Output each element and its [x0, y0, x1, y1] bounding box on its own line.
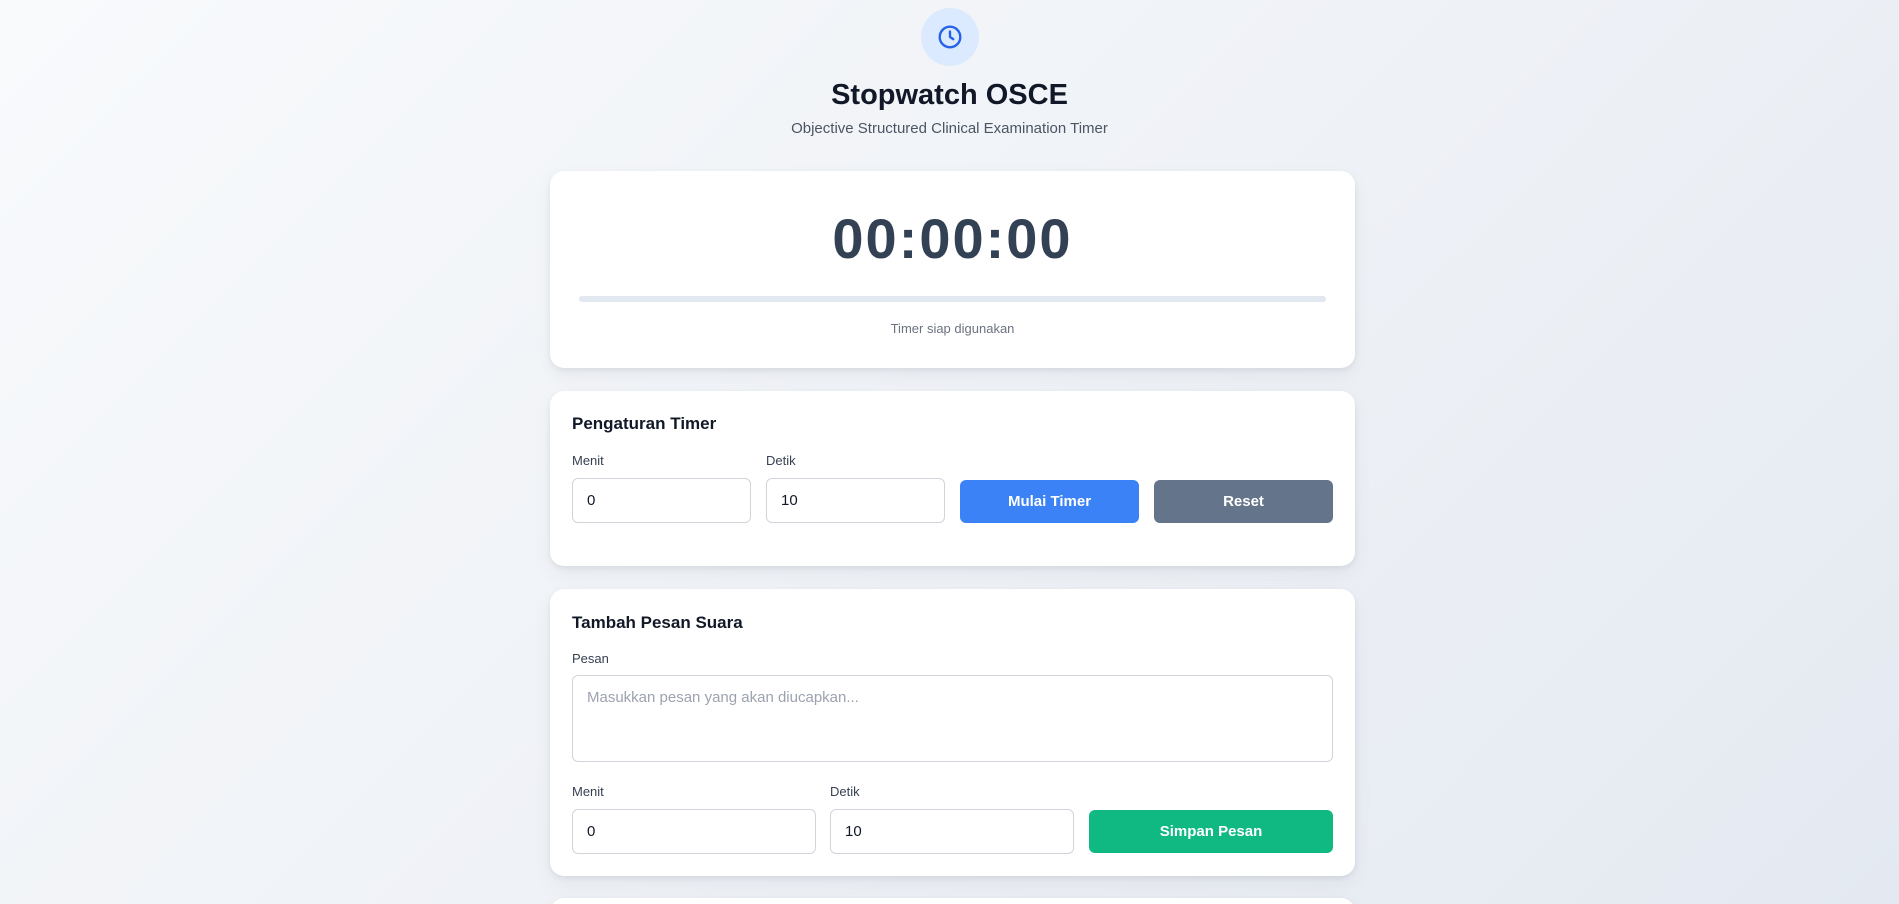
reset-button[interactable]: Reset — [1154, 480, 1333, 523]
timer-settings-card: Pengaturan Timer Menit 0 Detik 10 Mulai … — [550, 391, 1355, 566]
settings-minutes-label: Menit — [572, 453, 604, 468]
voice-message-card: Tambah Pesan Suara Pesan Masukkan pesan … — [550, 589, 1355, 876]
page-title: Stopwatch OSCE — [831, 79, 1068, 111]
voice-seconds-label: Detik — [830, 784, 860, 799]
save-message-button[interactable]: Simpan Pesan — [1089, 810, 1333, 853]
progress-bar — [579, 296, 1326, 302]
start-timer-button[interactable]: Mulai Timer — [960, 480, 1139, 523]
next-card — [550, 898, 1355, 904]
settings-title: Pengaturan Timer — [572, 414, 717, 433]
voice-minutes-label: Menit — [572, 784, 604, 799]
settings-minutes-input[interactable]: 0 — [572, 478, 751, 523]
page: Stopwatch OSCE Objective Structured Clin… — [0, 0, 1899, 904]
voice-minutes-input[interactable]: 0 — [572, 809, 816, 854]
voice-title: Tambah Pesan Suara — [572, 613, 743, 632]
message-label: Pesan — [572, 651, 609, 666]
timer-display: 00:00:00 — [832, 207, 1073, 270]
settings-seconds-label: Detik — [766, 453, 796, 468]
message-textarea[interactable]: Masukkan pesan yang akan diucapkan... — [572, 675, 1333, 762]
page-subtitle: Objective Structured Clinical Examinatio… — [791, 120, 1108, 137]
clock-icon — [938, 25, 961, 49]
timer-card: 00:00:00 Timer siap digunakan — [550, 171, 1355, 368]
timer-status: Timer siap digunakan — [890, 321, 1015, 336]
voice-seconds-input[interactable]: 10 — [830, 809, 1074, 854]
settings-seconds-input[interactable]: 10 — [766, 478, 945, 523]
clock-badge — [920, 8, 979, 66]
header: Stopwatch OSCE Objective Structured Clin… — [0, 8, 1899, 139]
